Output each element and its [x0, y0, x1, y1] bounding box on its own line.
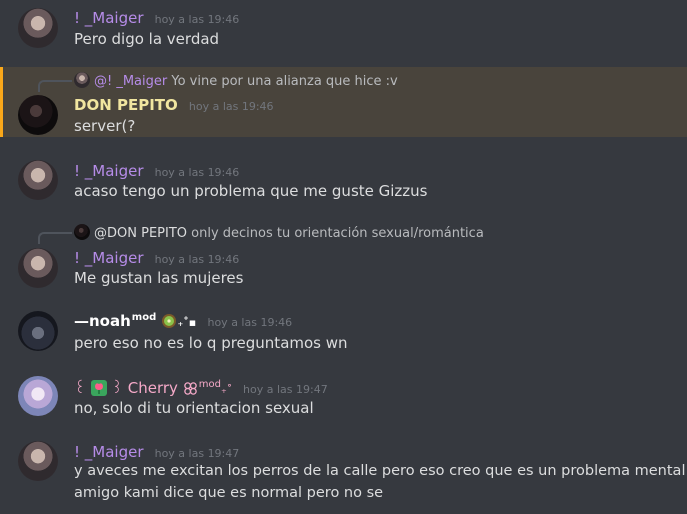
avatar[interactable]: [18, 311, 58, 351]
message-text: Pero digo la verdad: [74, 30, 220, 48]
reply-text: Yo vine por una alianza que hice :v: [171, 74, 398, 89]
reply-avatar: [74, 72, 90, 88]
username-suffix: ₊˚▪: [177, 316, 197, 329]
username[interactable]: —noahmod ₊˚▪: [74, 312, 201, 330]
timestamp: hoy a las 19:46: [154, 166, 240, 179]
message-text: y aveces me excitan los perros de la cal…: [74, 463, 687, 479]
username[interactable]: ! _Maiger: [74, 162, 144, 180]
message: @DON PEPITO only decinos tu orientación …: [0, 222, 687, 292]
message: ! _Maiger hoy a las 19:46 acaso tengo un…: [0, 160, 687, 210]
message: @! _Maiger Yo vine por una alianza que h…: [0, 67, 687, 137]
username-mid: ꒱: [111, 379, 123, 397]
kiwi-icon: [161, 313, 177, 333]
avatar[interactable]: [18, 160, 58, 200]
reply-connector: [38, 80, 72, 92]
message: ! _Maiger hoy a las 19:46 Pero digo la v…: [0, 0, 687, 60]
username-text: Cherry: [127, 379, 178, 397]
reply-connector: [38, 232, 72, 244]
message: ꒰ ꒱ Cherry mod₊˚ hoy a las 19:47 no, sol…: [0, 376, 687, 426]
message: ! _Maiger hoy a las 19:47 y aveces me ex…: [0, 441, 687, 514]
username[interactable]: ! _Maiger: [74, 249, 144, 267]
timestamp: hoy a las 19:47: [243, 383, 328, 396]
message-text: acaso tengo un problema que me guste Giz…: [74, 182, 428, 200]
timestamp: hoy a las 19:46: [207, 316, 293, 329]
tulip-icon: [90, 380, 107, 400]
message-text: server(?: [74, 117, 136, 135]
timestamp: hoy a las 19:47: [154, 447, 240, 460]
timestamp: hoy a las 19:46: [188, 100, 274, 113]
avatar[interactable]: [18, 95, 58, 135]
reply-preview[interactable]: @! _Maiger Yo vine por una alianza que h…: [74, 72, 398, 89]
reply-text: only decinos tu orientación sexual/román…: [191, 226, 484, 241]
message-text: Me gustan las mujeres: [74, 269, 244, 287]
reply-author[interactable]: @! _Maiger: [94, 74, 167, 89]
timestamp: hoy a las 19:46: [154, 253, 240, 266]
timestamp: hoy a las 19:46: [154, 13, 240, 26]
reply-avatar: [74, 224, 90, 240]
reply-preview[interactable]: @DON PEPITO only decinos tu orientación …: [74, 224, 484, 241]
mod-badge: mod: [131, 312, 157, 323]
reply-author[interactable]: @DON PEPITO: [94, 226, 187, 241]
username[interactable]: ! _Maiger: [74, 443, 144, 461]
username-suffix: ₊˚: [220, 383, 233, 396]
avatar[interactable]: [18, 441, 58, 481]
username[interactable]: DON PEPITO: [74, 96, 178, 114]
mod-badge: mod: [198, 379, 221, 390]
message-text: no, solo di tu orientacion sexual: [74, 399, 314, 417]
username[interactable]: ꒰ ꒱ Cherry mod₊˚: [74, 379, 237, 397]
avatar[interactable]: [18, 376, 58, 416]
message-text-line2: amigo kami dice que es normal pero no se: [74, 485, 384, 501]
message: —noahmod ₊˚▪ hoy a las 19:46 pero eso no…: [0, 311, 687, 361]
flower-icon: [183, 381, 198, 400]
username-text: —noah: [74, 312, 131, 330]
username-prefix: ꒰: [74, 379, 86, 397]
avatar[interactable]: [18, 248, 58, 288]
username[interactable]: ! _Maiger: [74, 9, 144, 27]
message-text: pero eso no es lo q preguntamos wn: [74, 334, 348, 352]
avatar[interactable]: [18, 8, 58, 48]
